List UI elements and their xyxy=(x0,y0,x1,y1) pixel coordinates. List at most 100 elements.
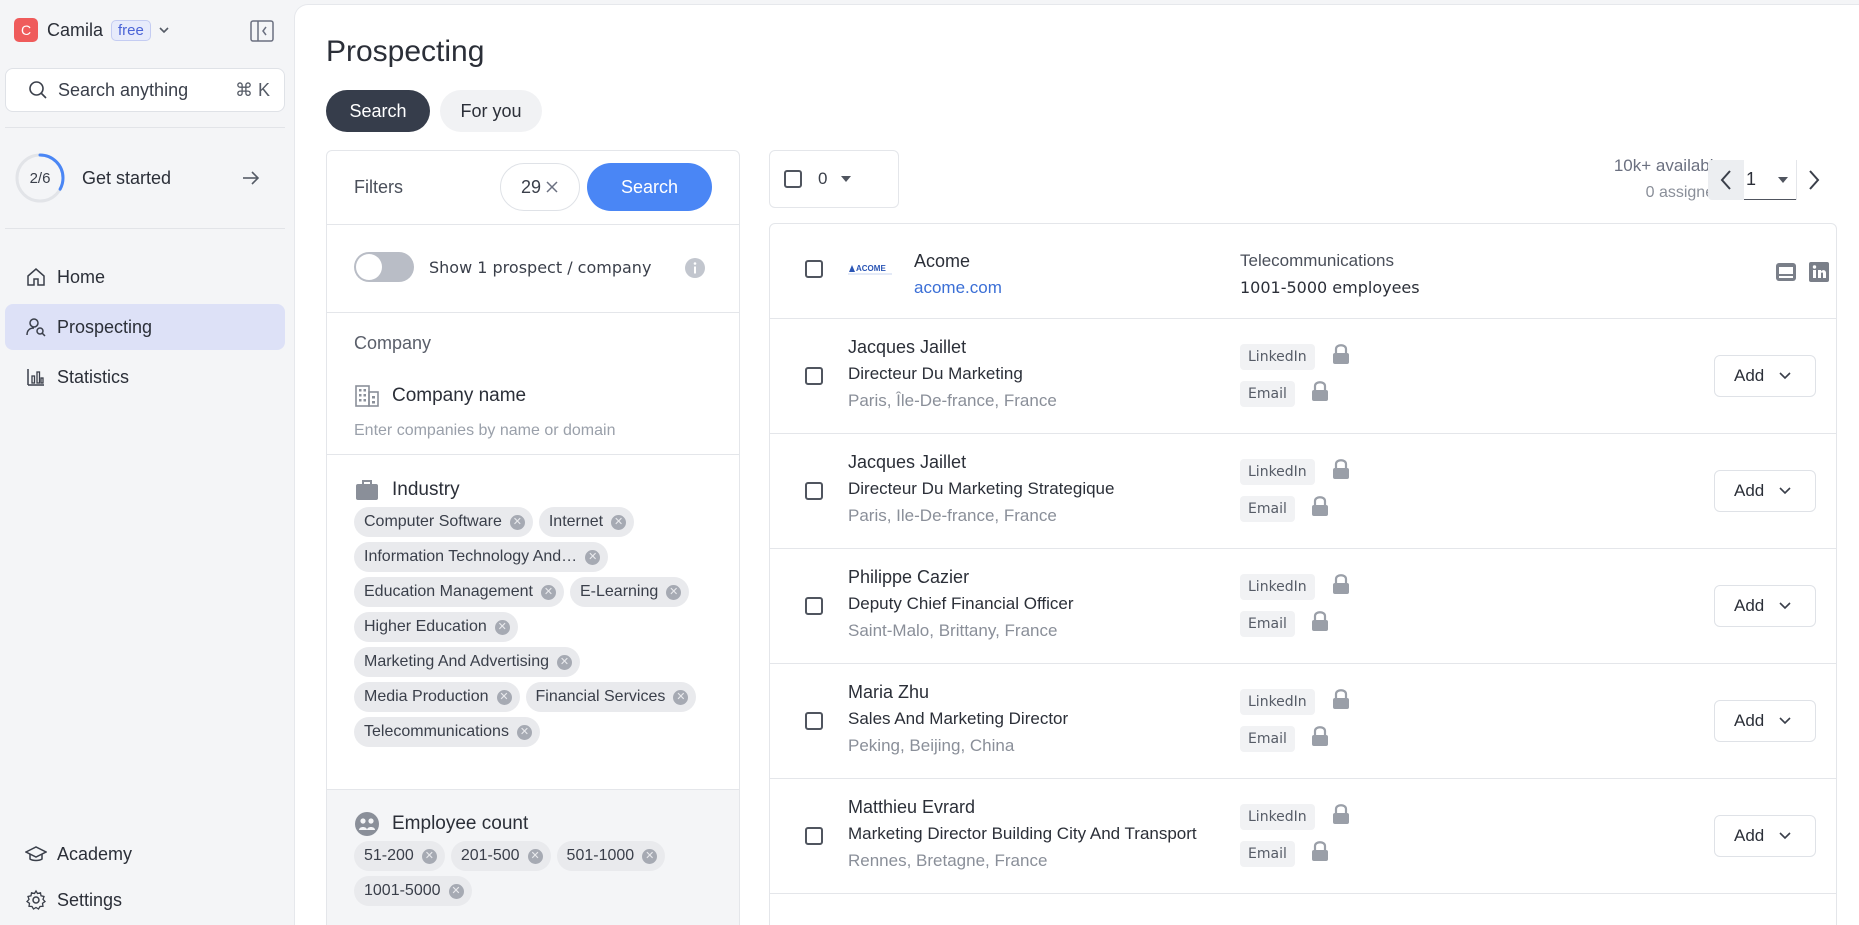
toggle-row: Show 1 prospect / company xyxy=(327,225,739,313)
one-prospect-toggle[interactable] xyxy=(354,252,414,282)
tab-for-you[interactable]: For you xyxy=(440,90,542,132)
tab-search[interactable]: Search xyxy=(326,90,430,132)
chip-label: Education Management xyxy=(364,583,533,600)
website-icon[interactable] xyxy=(1775,262,1797,282)
close-icon[interactable]: ✕ xyxy=(673,689,689,705)
employee-chip[interactable]: 501-1000 ✕ xyxy=(556,841,666,871)
add-button[interactable]: Add xyxy=(1714,470,1816,512)
lock-icon xyxy=(1333,689,1349,709)
close-icon[interactable]: ✕ xyxy=(509,514,525,530)
employee-chip[interactable]: 201-500 ✕ xyxy=(450,841,551,871)
available-count: 10k+ available xyxy=(1613,156,1723,175)
close-icon[interactable]: ✕ xyxy=(557,654,572,670)
prospect-row[interactable]: Matthieu Evrard Marketing Director Build… xyxy=(770,779,1836,894)
filters-search-button[interactable]: Search xyxy=(587,163,712,211)
info-icon[interactable] xyxy=(684,257,706,279)
industry-chip[interactable]: Media Production ✕ xyxy=(354,682,520,712)
add-button[interactable]: Add xyxy=(1714,355,1816,397)
bulk-select[interactable]: 0 xyxy=(769,150,899,208)
industry-chip[interactable]: Internet ✕ xyxy=(538,507,635,537)
lock-icon xyxy=(1333,459,1349,479)
filter-employee-count[interactable]: Employee count xyxy=(354,811,528,837)
prospect-location: Rennes, Bretagne, France xyxy=(848,851,1048,870)
prospect-checkbox[interactable] xyxy=(805,597,823,615)
lock-icon xyxy=(1333,574,1349,594)
collapse-sidebar-icon[interactable] xyxy=(250,20,274,42)
employee-chip[interactable]: 1001-5000 ✕ xyxy=(354,876,472,906)
nav-label: Statistics xyxy=(57,366,130,387)
close-icon[interactable]: ✕ xyxy=(642,848,658,864)
prospect-checkbox[interactable] xyxy=(805,827,823,845)
filter-count: 29 xyxy=(520,176,542,197)
prospect-checkbox[interactable] xyxy=(805,712,823,730)
industry-chip[interactable]: Telecommunications ✕ xyxy=(354,717,540,747)
get-started[interactable]: 2/6 Get started xyxy=(14,152,284,204)
close-icon[interactable]: ✕ xyxy=(541,584,556,600)
prospect-row[interactable]: Jacques Jaillet Directeur Du Marketing S… xyxy=(770,434,1836,549)
company-domain-link[interactable]: acome.com xyxy=(914,278,1002,298)
close-icon[interactable]: ✕ xyxy=(448,883,464,899)
global-search[interactable]: Search anything ⌘ K xyxy=(5,68,285,112)
linkedin-tag: LinkedIn xyxy=(1240,804,1315,830)
workspace-name: Camila xyxy=(47,19,104,40)
nav-home[interactable]: Home xyxy=(5,254,285,300)
divider xyxy=(5,127,285,128)
chip-label: 1001-5000 xyxy=(364,882,441,899)
nav-settings[interactable]: Settings xyxy=(5,877,285,923)
divider xyxy=(327,454,739,455)
email-tag: Email xyxy=(1240,611,1295,637)
plan-badge: free xyxy=(111,19,151,41)
prospect-location: Saint-Malo, Brittany, France xyxy=(848,621,1058,640)
page-select[interactable]: 1 xyxy=(1744,160,1796,200)
close-icon[interactable]: ✕ xyxy=(496,689,512,705)
prospect-checkbox[interactable] xyxy=(805,482,823,500)
chip-label: 51-200 xyxy=(364,847,414,864)
add-button[interactable]: Add xyxy=(1714,700,1816,742)
prospect-row[interactable]: Jacques Jaillet Directeur Du Marketing P… xyxy=(770,319,1836,434)
nav-prospecting[interactable]: Prospecting xyxy=(5,304,285,350)
company-name-input[interactable]: Enter companies by name or domain xyxy=(354,422,615,440)
close-icon[interactable]: ✕ xyxy=(494,619,510,635)
close-icon xyxy=(546,181,558,193)
nav-academy[interactable]: Academy xyxy=(5,831,285,877)
gear-icon xyxy=(26,889,46,910)
linkedin-icon[interactable] xyxy=(1808,261,1830,283)
prospect-row[interactable]: Philippe Cazier Deputy Chief Financial O… xyxy=(770,549,1836,664)
industry-chip[interactable]: Marketing And Advertising ✕ xyxy=(354,647,580,677)
filter-industry[interactable]: Industry xyxy=(354,477,460,503)
select-all-checkbox[interactable] xyxy=(784,170,802,188)
filter-company-name[interactable]: Company name xyxy=(354,383,526,409)
close-icon[interactable]: ✕ xyxy=(585,549,601,565)
company-industry: Telecommunications xyxy=(1240,251,1395,270)
industry-chip[interactable]: Higher Education ✕ xyxy=(354,612,518,642)
industry-chip[interactable]: E-Learning ✕ xyxy=(570,577,690,607)
prospect-title: Deputy Chief Financial Officer xyxy=(848,594,1074,613)
close-icon[interactable]: ✕ xyxy=(421,848,437,864)
industry-chip[interactable]: Financial Services ✕ xyxy=(525,682,697,712)
availability: 10k+ available 0 assigned xyxy=(1614,156,1723,202)
close-icon[interactable]: ✕ xyxy=(611,514,627,530)
workspace-switcher[interactable]: C Camila free xyxy=(14,18,171,42)
divider xyxy=(5,228,285,229)
close-icon[interactable]: ✕ xyxy=(666,584,682,600)
industry-chip[interactable]: Information Technology And… ✕ xyxy=(354,542,609,572)
filter-title: Employee count xyxy=(392,813,529,834)
prospect-name: Maria Zhu xyxy=(848,682,930,702)
industry-chip[interactable]: Education Management ✕ xyxy=(354,577,564,607)
company-checkbox[interactable] xyxy=(805,260,823,278)
next-page-button[interactable] xyxy=(1796,160,1830,200)
close-icon[interactable]: ✕ xyxy=(516,724,532,740)
industry-chip[interactable]: Computer Software ✕ xyxy=(354,507,533,537)
prev-page-button[interactable] xyxy=(1708,160,1744,200)
add-button[interactable]: Add xyxy=(1714,585,1816,627)
add-button[interactable]: Add xyxy=(1714,815,1816,857)
chip-label: Computer Software xyxy=(364,513,502,530)
nav-statistics[interactable]: Statistics xyxy=(5,354,285,400)
filter-title: Industry xyxy=(392,479,460,500)
prospect-checkbox[interactable] xyxy=(805,367,823,385)
filter-count-clear[interactable]: 29 xyxy=(500,163,580,211)
building-icon xyxy=(355,385,379,407)
prospect-row[interactable]: Maria Zhu Sales And Marketing Director P… xyxy=(770,664,1836,779)
employee-chip[interactable]: 51-200 ✕ xyxy=(354,841,445,871)
close-icon[interactable]: ✕ xyxy=(527,848,543,864)
